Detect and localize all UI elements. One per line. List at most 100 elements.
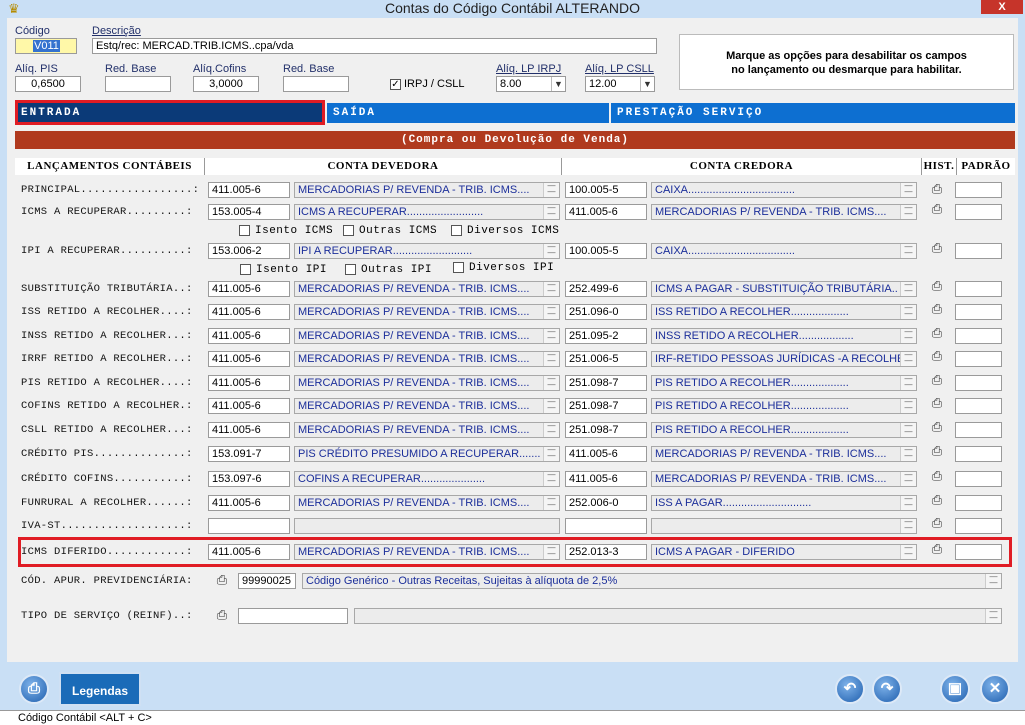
credit-description-field[interactable]: PIS RETIDO A RECOLHER...................… [651, 422, 917, 438]
credit-description-field[interactable]: MERCADORIAS P/ REVENDA - TRIB. ICMS.... —… [651, 471, 917, 487]
codigo-field[interactable]: V011 [15, 38, 77, 54]
debit-description-field[interactable]: MERCADORIAS P/ REVENDA - TRIB. ICMS.... —… [294, 328, 560, 344]
debit-account-field[interactable]: 153.006-2 [208, 243, 290, 259]
credit-account-field[interactable]: 251.096-0 [565, 304, 647, 320]
hist-printer-icon[interactable]: ⎙ [928, 302, 946, 316]
credit-description-field[interactable]: PIS RETIDO A RECOLHER...................… [651, 398, 917, 414]
padrao-field[interactable] [955, 398, 1002, 414]
outras-ipi-checkbox[interactable] [345, 264, 356, 275]
debit-account-field[interactable]: 411.005-6 [208, 398, 290, 414]
debit-account-field[interactable]: 153.091-7 [208, 446, 290, 462]
scroll-arrows-icon[interactable]: — — [543, 329, 559, 343]
debit-account-field[interactable]: 411.005-6 [208, 495, 290, 511]
scroll-arrows-icon[interactable]: — — [543, 183, 559, 197]
scroll-arrows-icon[interactable]: — — [543, 352, 559, 366]
scroll-arrows-icon[interactable]: — — [985, 574, 1001, 588]
credit-account-field[interactable]: 411.005-6 [565, 471, 647, 487]
aliq-lp-irpj-select[interactable]: 8.00 ▼ [496, 76, 566, 92]
debit-account-field[interactable]: 153.097-6 [208, 471, 290, 487]
aliq-cofins-field[interactable]: 3,0000 [193, 76, 259, 92]
padrao-field[interactable] [955, 422, 1002, 438]
reinf-printer-icon[interactable]: ⎙ [213, 608, 231, 622]
scroll-arrows-icon[interactable]: — — [543, 399, 559, 413]
credit-description-field[interactable]: IRF-RETIDO PESSOAS JURÍDICAS -A RECOLHER… [651, 351, 917, 367]
debit-description-field[interactable]: ICMS A RECUPERAR........................… [294, 204, 560, 220]
scroll-arrows-icon[interactable]: — — [543, 376, 559, 390]
debit-account-field[interactable]: 411.005-6 [208, 351, 290, 367]
padrao-field[interactable] [955, 518, 1002, 534]
hist-printer-icon[interactable]: ⎙ [928, 182, 946, 196]
isento-ipi-checkbox[interactable] [240, 264, 251, 275]
padrao-field[interactable] [955, 495, 1002, 511]
scroll-arrows-icon[interactable]: — — [900, 376, 916, 390]
redo-button[interactable]: ↷ [872, 674, 902, 704]
debit-description-field[interactable]: MERCADORIAS P/ REVENDA - TRIB. ICMS.... —… [294, 495, 560, 511]
credit-account-field[interactable]: 252.499-6 [565, 281, 647, 297]
debit-account-field[interactable]: 153.005-4 [208, 204, 290, 220]
print-button[interactable]: ⎙ [19, 674, 49, 704]
padrao-field[interactable] [955, 243, 1002, 259]
credit-description-field[interactable]: — — [651, 518, 917, 534]
scroll-arrows-icon[interactable]: — — [900, 496, 916, 510]
credit-description-field[interactable]: ISS A PAGAR.............................… [651, 495, 917, 511]
debit-account-field[interactable]: 411.005-6 [208, 304, 290, 320]
hist-printer-icon[interactable]: ⎙ [928, 396, 946, 410]
debit-account-field[interactable]: 411.005-6 [208, 281, 290, 297]
scroll-arrows-icon[interactable]: — — [543, 472, 559, 486]
aliq-pis-field[interactable]: 0,6500 [15, 76, 81, 92]
debit-description-field[interactable]: MERCADORIAS P/ REVENDA - TRIB. ICMS.... —… [294, 351, 560, 367]
credit-description-field[interactable]: MERCADORIAS P/ REVENDA - TRIB. ICMS.... —… [651, 204, 917, 220]
credit-description-field[interactable]: INSS RETIDO A RECOLHER..................… [651, 328, 917, 344]
credit-description-field[interactable]: ICMS A PAGAR - SUBSTITUIÇÃO TRIBUTÁRIA..… [651, 281, 917, 297]
debit-description-field[interactable] [294, 518, 560, 534]
scroll-arrows-icon[interactable]: — — [543, 423, 559, 437]
aliq-lp-csll-select[interactable]: 12.00 ▼ [585, 76, 655, 92]
hist-printer-icon[interactable]: ⎙ [928, 469, 946, 483]
scroll-arrows-icon[interactable]: — — [900, 244, 916, 258]
scroll-arrows-icon[interactable]: — — [543, 244, 559, 258]
close-window-button[interactable]: X [981, 0, 1023, 14]
tab-prestacao-servico[interactable]: PRESTAÇÃO SERVIÇO [611, 103, 1015, 123]
hist-printer-icon[interactable]: ⎙ [928, 349, 946, 363]
hist-printer-icon[interactable]: ⎙ [928, 444, 946, 458]
scroll-arrows-icon[interactable]: — — [543, 205, 559, 219]
padrao-field[interactable] [955, 304, 1002, 320]
apur-description-field[interactable]: Código Genérico - Outras Receitas, Sujei… [302, 573, 1002, 589]
credit-account-field[interactable]: 251.006-5 [565, 351, 647, 367]
debit-description-field[interactable]: MERCADORIAS P/ REVENDA - TRIB. ICMS.... —… [294, 281, 560, 297]
credit-description-field[interactable]: ISS RETIDO A RECOLHER...................… [651, 304, 917, 320]
scroll-arrows-icon[interactable]: — — [543, 305, 559, 319]
credit-account-field[interactable]: 100.005-5 [565, 243, 647, 259]
hist-printer-icon[interactable]: ⎙ [928, 516, 946, 530]
hist-printer-icon[interactable]: ⎙ [928, 373, 946, 387]
padrao-field[interactable] [955, 281, 1002, 297]
hist-printer-icon[interactable]: ⎙ [928, 420, 946, 434]
debit-account-field[interactable]: 411.005-6 [208, 182, 290, 198]
apur-printer-icon[interactable]: ⎙ [213, 573, 231, 587]
red-base-pis-field[interactable] [105, 76, 171, 92]
credit-account-field[interactable]: 100.005-5 [565, 182, 647, 198]
scroll-arrows-icon[interactable]: — — [985, 609, 1001, 623]
reinf-code-field[interactable] [238, 608, 348, 624]
scroll-arrows-icon[interactable]: — — [900, 399, 916, 413]
apur-code-field[interactable]: 99990025 [238, 573, 296, 589]
scroll-arrows-icon[interactable]: — — [900, 183, 916, 197]
close-button[interactable]: ✕ [980, 674, 1010, 704]
hist-printer-icon[interactable]: ⎙ [928, 202, 946, 216]
credit-account-field[interactable]: 251.098-7 [565, 398, 647, 414]
diversos-ipi-checkbox[interactable] [453, 262, 464, 273]
padrao-field[interactable] [955, 204, 1002, 220]
scroll-arrows-icon[interactable]: — — [900, 447, 916, 461]
scroll-arrows-icon[interactable]: — — [543, 496, 559, 510]
scroll-arrows-icon[interactable]: — — [900, 282, 916, 296]
credit-account-field[interactable]: 251.095-2 [565, 328, 647, 344]
scroll-arrows-icon[interactable]: — — [543, 447, 559, 461]
padrao-field[interactable] [955, 351, 1002, 367]
debit-description-field[interactable]: MERCADORIAS P/ REVENDA - TRIB. ICMS.... —… [294, 422, 560, 438]
tab-saida[interactable]: SAÍDA [327, 103, 609, 123]
padrao-field[interactable] [955, 375, 1002, 391]
credit-description-field[interactable]: MERCADORIAS P/ REVENDA - TRIB. ICMS.... —… [651, 446, 917, 462]
descricao-field[interactable]: Estq/rec: MERCAD.TRIB.ICMS..cpa/vda [92, 38, 657, 54]
credit-account-field[interactable] [565, 518, 647, 534]
hist-printer-icon[interactable]: ⎙ [928, 241, 946, 255]
